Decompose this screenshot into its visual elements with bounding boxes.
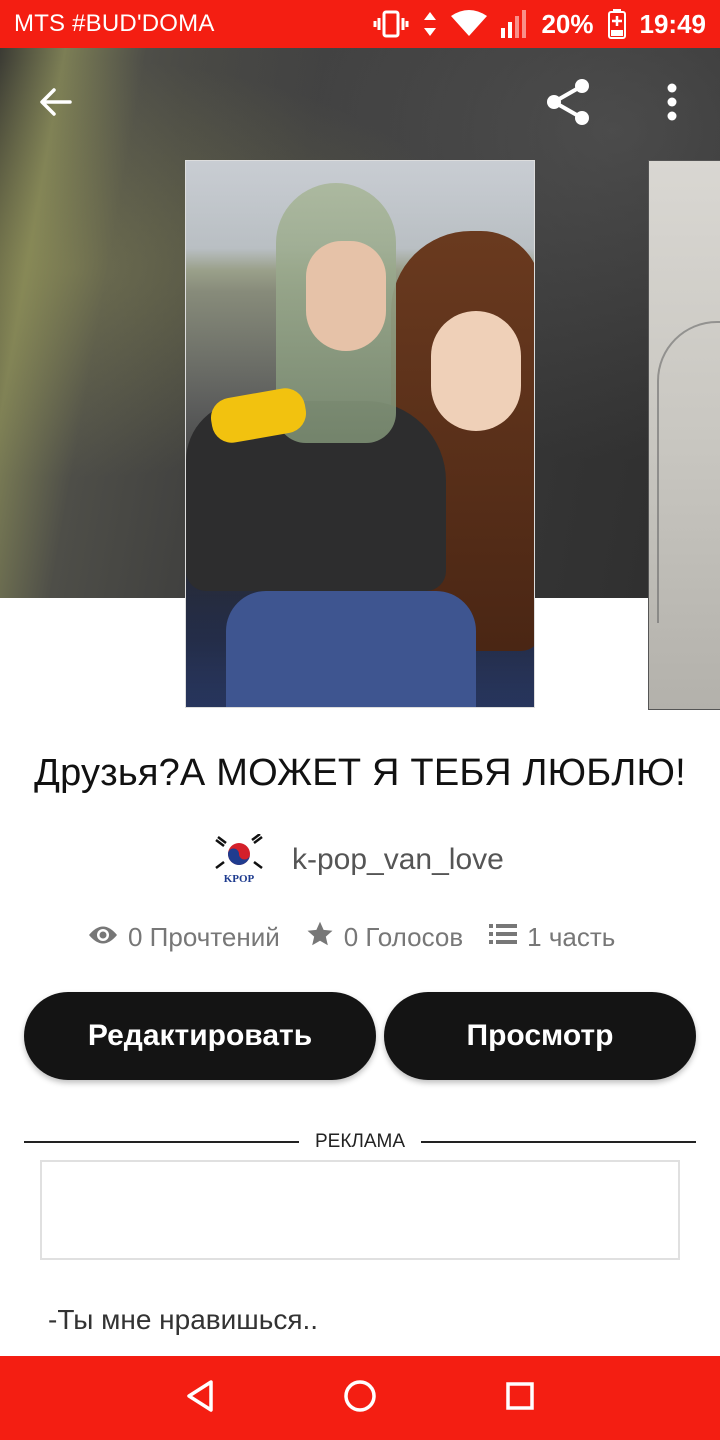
nav-home-button[interactable] bbox=[320, 1358, 400, 1438]
ad-label: РЕКЛАМА bbox=[314, 1131, 406, 1152]
back-triangle-icon bbox=[185, 1379, 215, 1418]
divider bbox=[421, 1141, 696, 1143]
svg-text:KPOP: KPOP bbox=[224, 873, 255, 885]
ad-separator: РЕКЛАМА bbox=[24, 1130, 696, 1154]
ad-container[interactable] bbox=[40, 1160, 680, 1260]
list-icon bbox=[489, 922, 518, 953]
nav-recents-button[interactable] bbox=[480, 1358, 560, 1438]
parts-stat: 1 часть bbox=[489, 922, 615, 953]
more-vertical-icon bbox=[666, 82, 678, 127]
share-button[interactable] bbox=[536, 72, 600, 136]
battery-charging-icon bbox=[607, 9, 626, 39]
reads-count: 0 Прочтений bbox=[128, 922, 280, 952]
battery-percent: 20% bbox=[541, 8, 594, 39]
divider bbox=[24, 1141, 299, 1143]
author-row[interactable]: KPOP k-pop_van_love bbox=[210, 832, 504, 888]
view-button[interactable]: Просмотр bbox=[384, 992, 696, 1080]
arrow-back-icon bbox=[38, 84, 74, 125]
author-name[interactable]: k-pop_van_love bbox=[292, 843, 504, 877]
votes-count: 0 Голосов bbox=[343, 922, 464, 952]
story-title: Друзья?А МОЖЕТ Я ТЕБЯ ЛЮБЛЮ! bbox=[34, 752, 686, 794]
clock: 19:49 bbox=[639, 8, 707, 39]
signal-icon bbox=[501, 10, 527, 38]
author-avatar[interactable]: KPOP bbox=[210, 833, 268, 886]
star-icon bbox=[306, 920, 334, 955]
back-button[interactable] bbox=[24, 72, 88, 136]
home-circle-icon bbox=[342, 1378, 378, 1419]
edit-button[interactable]: Редактировать bbox=[24, 992, 376, 1080]
votes-stat: 0 Голосов bbox=[306, 920, 463, 955]
wifi-icon bbox=[451, 10, 488, 38]
story-preview-text: -Ты мне нравишься.. bbox=[48, 1304, 319, 1335]
status-bar: MTS #BUD'DOMA 20% 19:49 bbox=[0, 0, 720, 48]
recents-square-icon bbox=[504, 1380, 536, 1417]
share-icon bbox=[542, 76, 594, 133]
navigation-bar bbox=[0, 1356, 720, 1440]
parts-count: 1 часть bbox=[527, 922, 616, 952]
story-cover-image[interactable] bbox=[185, 160, 535, 708]
more-options-button[interactable] bbox=[640, 72, 704, 136]
nav-back-button[interactable] bbox=[160, 1358, 240, 1438]
carrier-name: MTS #BUD'DOMA bbox=[14, 10, 215, 37]
eye-icon bbox=[88, 922, 118, 953]
data-arrows-icon bbox=[423, 10, 437, 38]
next-story-cover[interactable] bbox=[648, 160, 720, 710]
vibrate-icon bbox=[373, 10, 409, 38]
story-stats: 0 Прочтений 0 Голосов 1 часть bbox=[88, 920, 615, 955]
reads-stat: 0 Прочтений bbox=[88, 922, 280, 953]
